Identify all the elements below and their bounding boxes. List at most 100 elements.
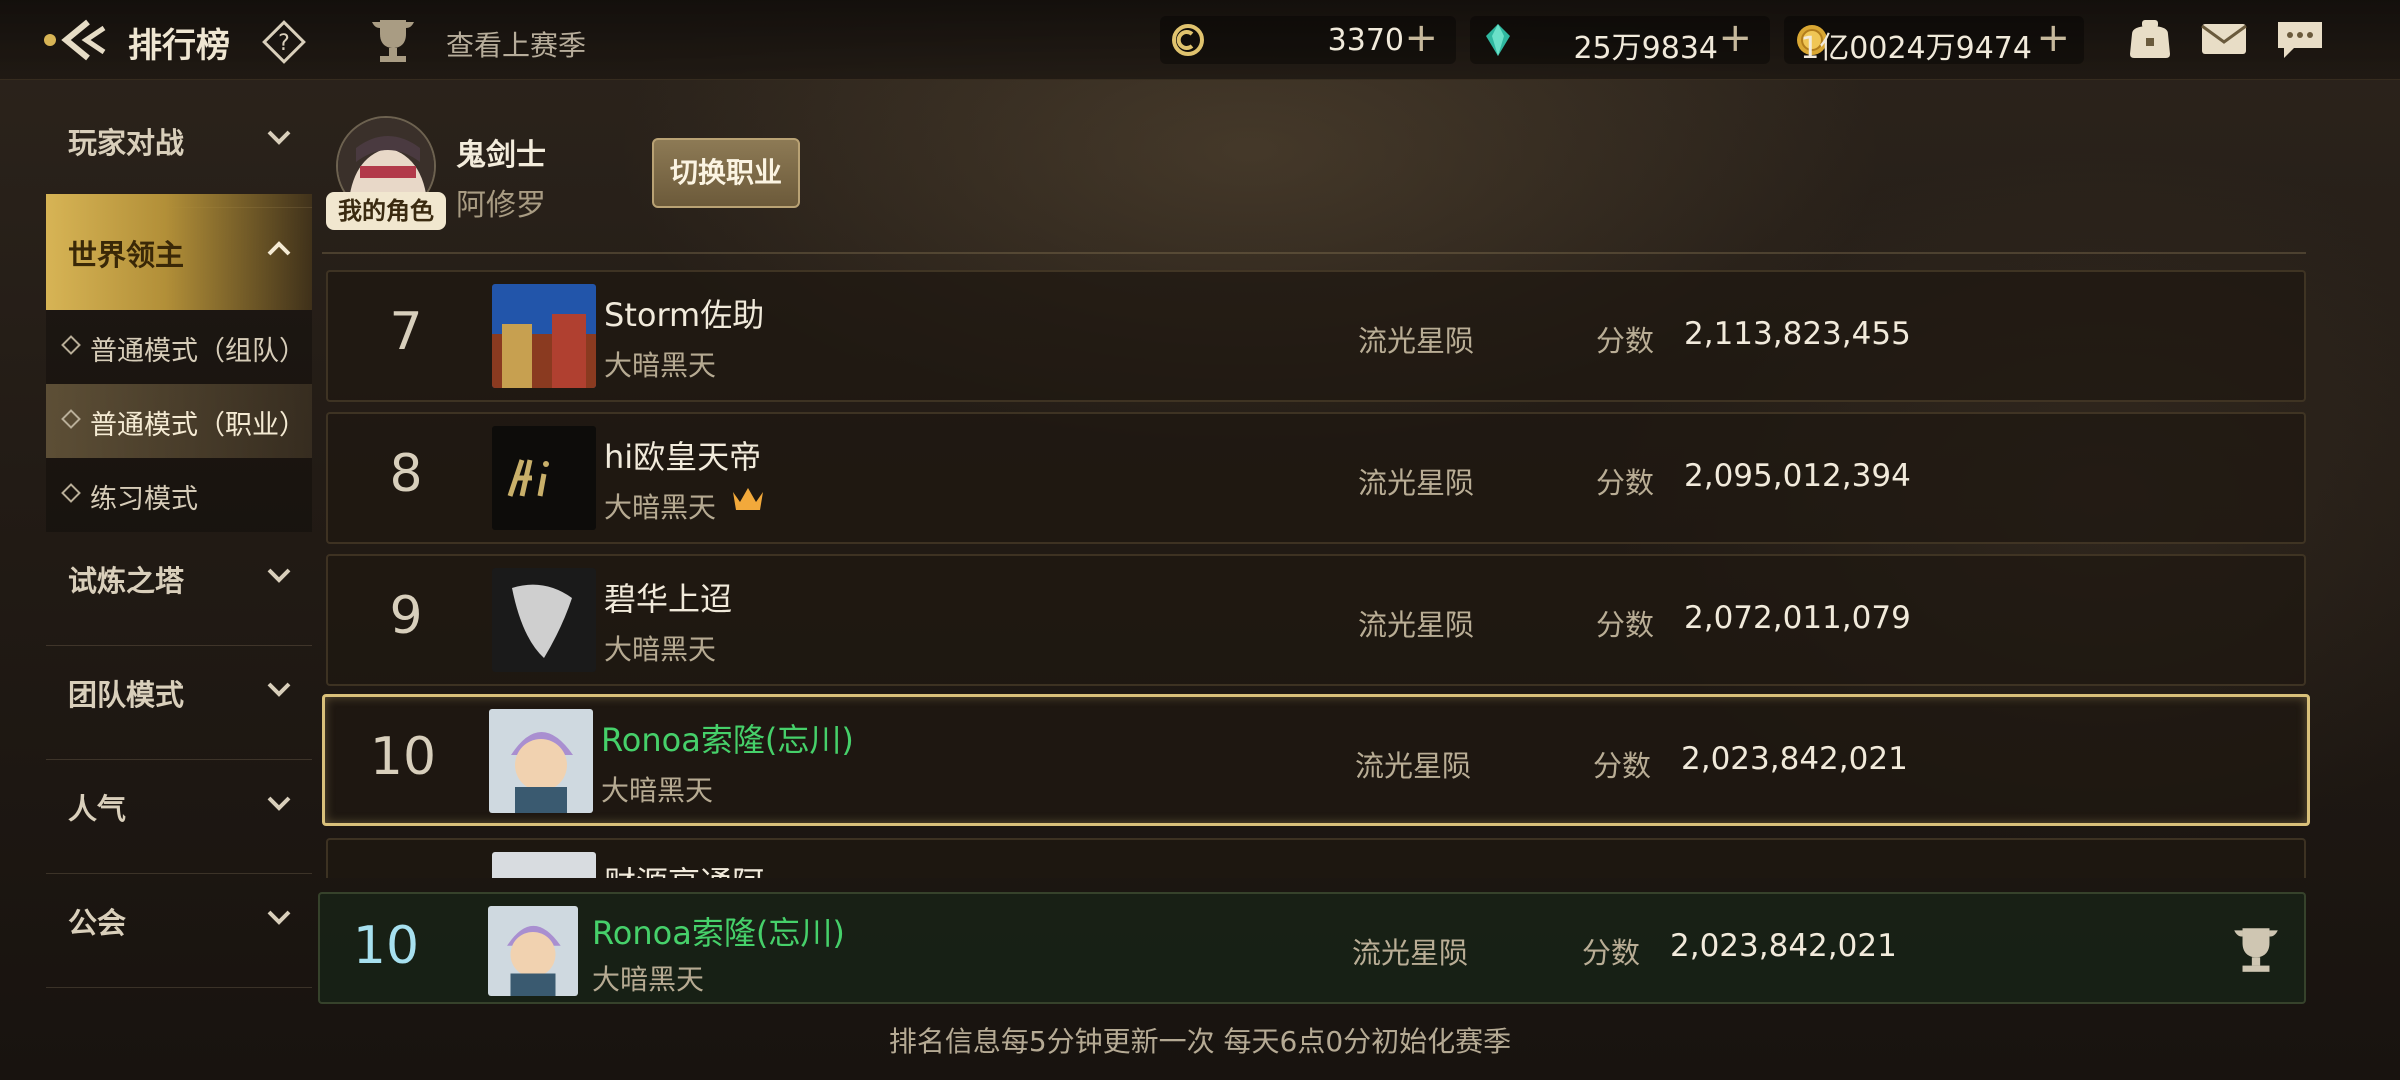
- player-name: 财源亨通阿: [604, 858, 764, 878]
- sidebar-item-team-mode[interactable]: 团队模式: [46, 648, 312, 760]
- guild-name: 大暗黑天: [592, 963, 705, 996]
- sidebar-item-label: 世界领主: [68, 238, 185, 272]
- table-row[interactable]: 8 hi欧皇天帝 大暗黑天 流光星陨 分数 2,095,012,394: [326, 412, 2306, 544]
- avatar: [492, 852, 596, 878]
- sidebar-item-label: 团队模式: [68, 678, 185, 712]
- avatar: [492, 568, 596, 672]
- sidebar-subitem-class[interactable]: 普通模式（职业）: [46, 384, 312, 458]
- bag-icon[interactable]: [2124, 16, 2176, 62]
- sub-class-name: 阿修罗: [456, 188, 546, 223]
- diamond-bullet-icon: [61, 335, 81, 355]
- score-value: 2,095,012,394: [1684, 458, 1911, 494]
- sidebar-item-guild[interactable]: 公会: [46, 876, 312, 988]
- score-label: 分数: [1582, 936, 1641, 970]
- guild-name: 大暗黑天: [604, 349, 717, 382]
- chevron-down-icon: [267, 796, 291, 811]
- server-name: 流光星陨: [1358, 324, 1475, 358]
- coupon-icon: [1170, 22, 1206, 58]
- ranking-list[interactable]: 7 Storm佐助 大暗黑天 流光星陨 分数 2,113,823,455 8 h…: [322, 262, 2310, 878]
- rank-number: 10: [369, 727, 437, 787]
- currency-value: 1亿0024万9474: [1800, 31, 2032, 66]
- sidebar-item-label: 试炼之塔: [68, 564, 185, 598]
- server-name: 流光星陨: [1358, 466, 1475, 500]
- trophy-icon[interactable]: [2228, 922, 2284, 976]
- sidebar-item-world-boss[interactable]: 世界领主: [46, 194, 312, 310]
- currency-value: 25万9834: [1573, 31, 1718, 66]
- my-role-panel: 我的角色 鬼剑士 阿修罗 切换职业: [326, 114, 2306, 254]
- add-gold-button[interactable]: +: [2036, 18, 2070, 58]
- score-label: 分数: [1596, 466, 1655, 500]
- mail-icon[interactable]: [2198, 16, 2250, 62]
- help-icon[interactable]: ?: [262, 20, 306, 64]
- rank-number: 8: [389, 444, 423, 504]
- guild-name: 大暗黑天: [601, 774, 714, 807]
- sidebar-subitem-team[interactable]: 普通模式（组队）: [46, 310, 312, 384]
- sidebar-item-label: 玩家对战: [68, 126, 185, 160]
- avatar: [489, 709, 593, 813]
- player-name: Ronoa索隆(忘川): [601, 721, 854, 759]
- crystal-icon: [1480, 22, 1516, 58]
- avatar: [492, 426, 596, 530]
- player-name: hi欧皇天帝: [604, 438, 762, 476]
- sidebar-subitem-practice[interactable]: 练习模式: [46, 458, 312, 532]
- rank-number: 7: [389, 302, 423, 362]
- player-name: Storm佐助: [604, 296, 765, 334]
- guild-name: 大暗黑天: [604, 633, 717, 666]
- score-label: 分数: [1596, 608, 1655, 642]
- my-rank-number: 10: [352, 916, 420, 976]
- rank-number: 9: [389, 586, 423, 646]
- table-row-self[interactable]: 10 Ronoa索隆(忘川) 大暗黑天 流光星陨 分数 2,023,842,02…: [322, 694, 2310, 826]
- score-value: 2,072,011,079: [1684, 600, 1911, 636]
- chevron-down-icon: [267, 910, 291, 925]
- sidebar-item-pvp[interactable]: 玩家对战: [46, 96, 312, 208]
- sidebar: 玩家对战 世界领主 普通模式（组队） 普通模式（职业） 练习模式 试炼之塔 团队…: [46, 96, 312, 996]
- table-row[interactable]: 7 Storm佐助 大暗黑天 流光星陨 分数 2,113,823,455: [326, 270, 2306, 402]
- chevron-down-icon: [267, 568, 291, 583]
- back-arrow-icon[interactable]: [40, 14, 112, 66]
- top-bar: 排行榜 ? 查看上赛季 3370 + 25万9834 + 1亿0024万9474…: [0, 0, 2400, 80]
- server-name: 流光星陨: [1358, 608, 1475, 642]
- add-crystal-button[interactable]: +: [1718, 18, 1752, 58]
- table-row[interactable]: 财源亨通阿: [326, 838, 2306, 878]
- score-value: 2,023,842,021: [1670, 928, 1897, 964]
- last-season-link[interactable]: 查看上赛季: [446, 24, 586, 64]
- currency-crystal: 25万9834 +: [1470, 16, 1770, 66]
- server-name: 流光星陨: [1352, 936, 1469, 970]
- score-label: 分数: [1596, 324, 1655, 358]
- score-value: 2,113,823,455: [1684, 316, 1911, 352]
- guild-name: 大暗黑天: [604, 491, 717, 524]
- score-value: 2,023,842,021: [1681, 741, 1908, 777]
- chevron-up-icon: [267, 241, 291, 256]
- sidebar-item-label: 人气: [68, 792, 127, 826]
- sidebar-item-popularity[interactable]: 人气: [46, 762, 312, 874]
- divider: [322, 252, 2306, 254]
- my-rank-bar: 10 Ronoa索隆(忘川) 大暗黑天 流光星陨 分数 2,023,842,02…: [318, 892, 2306, 1004]
- score-label: 分数: [1593, 749, 1652, 783]
- player-name: 碧华上迢: [604, 580, 733, 618]
- avatar: [488, 906, 578, 996]
- currency-gold: 1亿0024万9474 +: [1784, 16, 2084, 66]
- player-name: Ronoa索隆(忘川): [592, 914, 845, 952]
- sidebar-item-tower[interactable]: 试炼之塔: [46, 534, 312, 646]
- crown-icon: [730, 482, 766, 514]
- chevron-down-icon: [267, 130, 291, 145]
- my-role-badge: 我的角色: [326, 192, 446, 230]
- currency-coupon: 3370 +: [1160, 16, 1456, 64]
- sidebar-subitem-label: 普通模式（组队）: [90, 336, 306, 367]
- table-row[interactable]: 9 碧华上迢 大暗黑天 流光星陨 分数 2,072,011,079: [326, 554, 2306, 686]
- switch-class-button[interactable]: 切换职业: [652, 138, 800, 208]
- currency-value: 3370: [1327, 23, 1404, 58]
- chevron-down-icon: [267, 682, 291, 697]
- chat-icon[interactable]: [2274, 16, 2326, 62]
- add-coupon-button[interactable]: +: [1404, 18, 1438, 58]
- trophy-icon[interactable]: [366, 14, 420, 66]
- server-name: 流光星陨: [1355, 749, 1472, 783]
- sidebar-subitem-label: 练习模式: [90, 484, 198, 515]
- sidebar-subitem-label: 普通模式（职业）: [90, 410, 306, 441]
- avatar: [492, 284, 596, 388]
- update-notice: 排名信息每5分钟更新一次 每天6点0分初始化赛季: [888, 1025, 1512, 1058]
- diamond-bullet-icon: [61, 483, 81, 503]
- class-name: 鬼剑士: [456, 138, 546, 173]
- svg-text:?: ?: [278, 31, 290, 56]
- diamond-bullet-icon: [61, 409, 81, 429]
